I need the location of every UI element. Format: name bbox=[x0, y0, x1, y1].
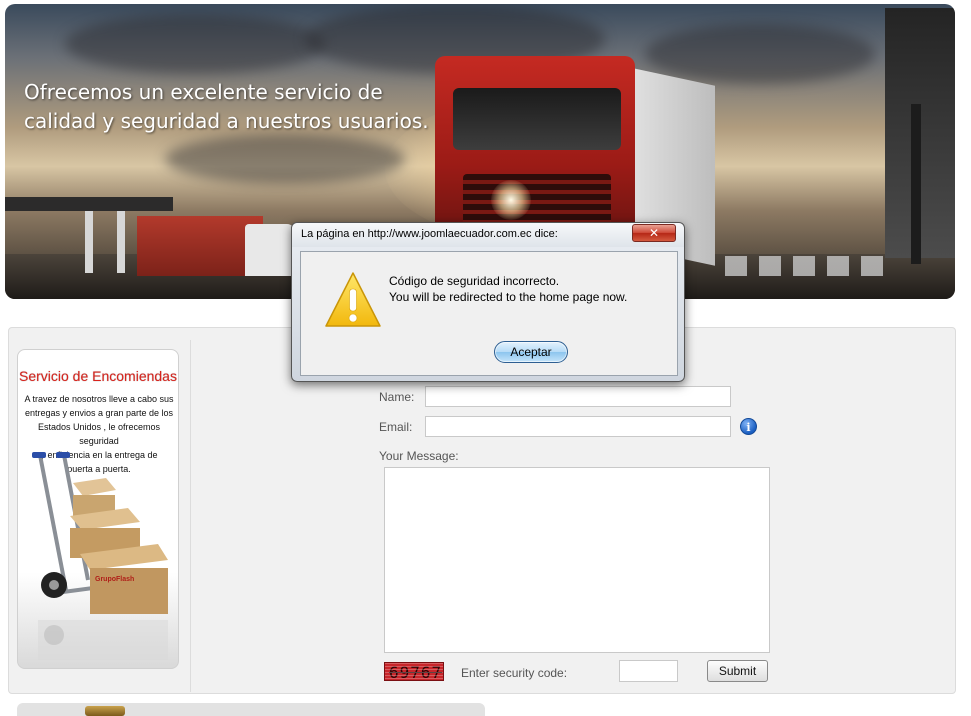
tower-pole bbox=[911, 104, 921, 264]
submit-button[interactable]: Submit bbox=[707, 660, 768, 682]
box-brand-logo: GrupoFlash bbox=[95, 576, 134, 583]
hand-truck-boxes-image: GrupoFlash bbox=[32, 452, 168, 660]
dialog-titlebar[interactable]: La página en http://www.joomlaecuador.co… bbox=[292, 223, 684, 247]
email-input[interactable] bbox=[425, 416, 731, 437]
cloud bbox=[645, 24, 875, 84]
gas-station-roof bbox=[5, 197, 173, 211]
accept-button[interactable]: Aceptar bbox=[494, 341, 568, 363]
hero-tagline-line: Ofrecemos un excelente servicio de bbox=[24, 80, 383, 104]
cloud bbox=[165, 134, 405, 184]
email-label: Email: bbox=[379, 420, 413, 434]
column-divider bbox=[190, 340, 191, 692]
promo-card[interactable]: Servicio de Encomiendas A travez de noso… bbox=[17, 349, 179, 669]
alert-dialog: La página en http://www.joomlaecuador.co… bbox=[291, 222, 685, 382]
hero-tagline: Ofrecemos un excelente servicio de calid… bbox=[24, 78, 444, 136]
coins-image bbox=[85, 706, 125, 716]
page: Ofrecemos un excelente servicio de calid… bbox=[0, 0, 971, 716]
headlight-flare bbox=[491, 180, 531, 220]
hero-tagline-line: calidad y seguridad a nuestros usuarios. bbox=[24, 109, 429, 133]
distant-trucks bbox=[725, 256, 885, 276]
security-code-input[interactable] bbox=[619, 660, 678, 682]
cloud bbox=[65, 14, 325, 74]
white-truck-cab bbox=[245, 224, 295, 276]
security-code-label: Enter security code: bbox=[461, 666, 568, 680]
promo-text-line: entregas y envios a gran parte de los bbox=[24, 408, 174, 418]
message-label: Your Message: bbox=[379, 449, 459, 463]
truck-grille bbox=[463, 174, 611, 228]
captcha-image: 69767 bbox=[384, 662, 444, 681]
promo-text-line: A travez de nosotros lleve a cabo sus bbox=[24, 394, 174, 404]
dialog-title: La página en http://www.joomlaecuador.co… bbox=[301, 228, 558, 240]
truck-windshield bbox=[453, 88, 621, 150]
dialog-message: Código de seguridad incorrecto. bbox=[389, 274, 560, 288]
dialog-message: You will be redirected to the home page … bbox=[389, 290, 628, 304]
warning-icon bbox=[325, 272, 381, 327]
dialog-body: Código de seguridad incorrecto. You will… bbox=[300, 251, 678, 376]
gas-station-post bbox=[117, 211, 125, 273]
promo-title: Servicio de Encomiendas bbox=[19, 368, 177, 384]
info-icon[interactable]: i bbox=[740, 418, 757, 435]
promo-text-line: Estados Unidos , le ofrecemos seguridad bbox=[37, 422, 161, 446]
message-textarea[interactable] bbox=[384, 467, 770, 653]
captcha-noise bbox=[385, 663, 443, 680]
gas-station-post bbox=[85, 211, 93, 273]
name-input[interactable] bbox=[425, 386, 731, 407]
name-label: Name: bbox=[379, 390, 415, 404]
close-icon[interactable]: ✕ bbox=[632, 224, 676, 242]
